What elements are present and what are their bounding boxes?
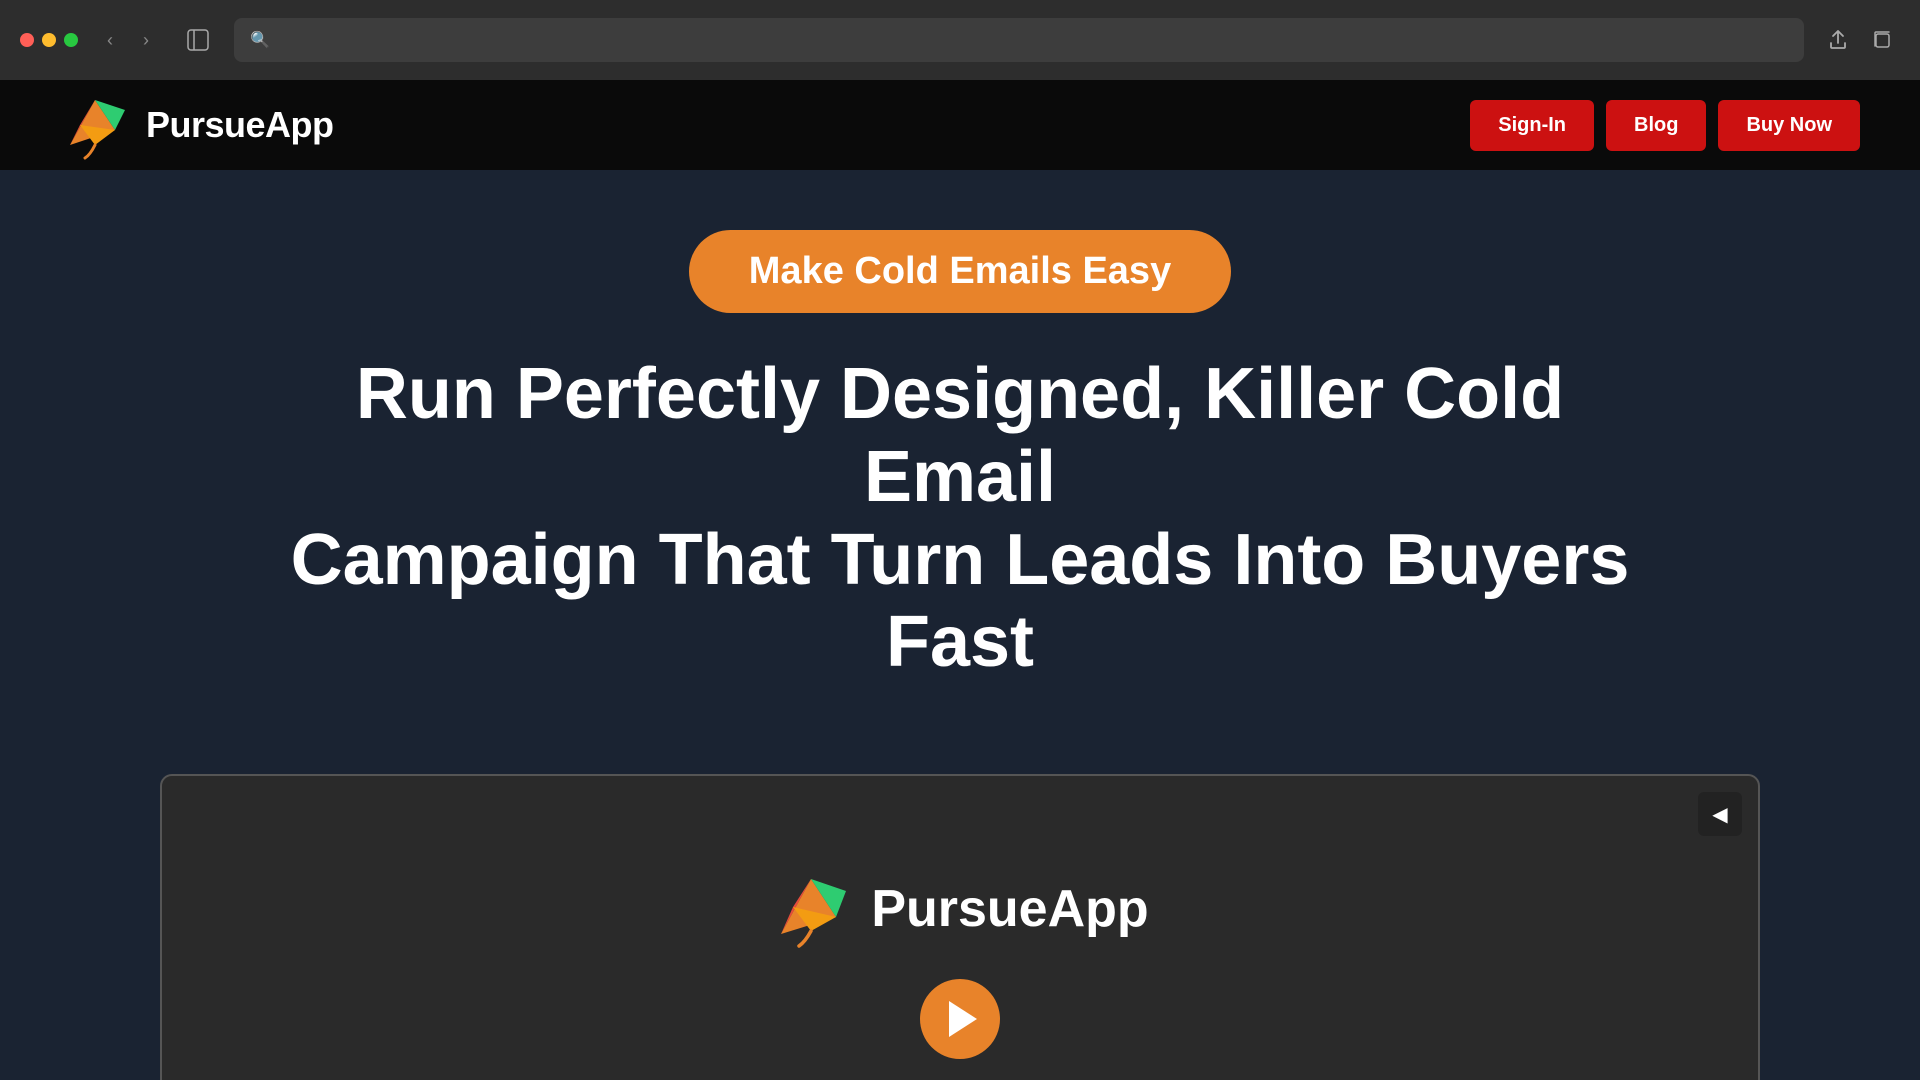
traffic-lights: [20, 33, 78, 47]
website: PursueApp Sign-In Blog Buy Now Make Cold…: [0, 80, 1920, 1080]
forward-button[interactable]: ›: [130, 24, 162, 56]
buynow-button[interactable]: Buy Now: [1718, 100, 1860, 151]
browser-actions: [1820, 22, 1900, 58]
search-icon: 🔍: [250, 30, 270, 50]
traffic-light-red[interactable]: [20, 33, 34, 47]
back-button[interactable]: ‹: [94, 24, 126, 56]
browser-chrome: ‹ › 🔍: [0, 0, 1920, 80]
signin-button[interactable]: Sign-In: [1470, 100, 1594, 151]
traffic-light-green[interactable]: [64, 33, 78, 47]
play-triangle-icon: [949, 1001, 977, 1037]
address-bar[interactable]: 🔍: [234, 18, 1804, 62]
video-content: PursueApp: [771, 869, 1148, 1059]
hero-heading: Run Perfectly Designed, Killer Cold Emai…: [260, 353, 1660, 684]
traffic-light-yellow[interactable]: [42, 33, 56, 47]
duplicate-button[interactable]: [1864, 22, 1900, 58]
nav-buttons: Sign-In Blog Buy Now: [1470, 100, 1860, 151]
hero-heading-line2: Campaign That Turn Leads Into Buyers Fas…: [291, 520, 1630, 683]
hero-section: Make Cold Emails Easy Run Perfectly Desi…: [0, 170, 1920, 774]
sidebar-toggle-button[interactable]: [178, 20, 218, 60]
video-logo-text: PursueApp: [871, 879, 1148, 939]
video-logo-area: PursueApp: [771, 869, 1148, 949]
blog-button[interactable]: Blog: [1606, 100, 1706, 151]
navbar: PursueApp Sign-In Blog Buy Now: [0, 80, 1920, 170]
video-play-button[interactable]: [920, 979, 1000, 1059]
browser-nav: ‹ ›: [94, 24, 162, 56]
share-button[interactable]: [1820, 22, 1856, 58]
hero-heading-line1: Run Perfectly Designed, Killer Cold Emai…: [356, 354, 1564, 517]
logo-area: PursueApp: [60, 90, 334, 160]
corner-arrow-icon: ◀: [1712, 802, 1727, 827]
video-logo-icon: [771, 869, 851, 949]
logo-icon: [60, 90, 130, 160]
logo-text: PursueApp: [146, 104, 334, 146]
video-container[interactable]: PursueApp ◀: [160, 774, 1760, 1080]
video-corner-button[interactable]: ◀: [1698, 792, 1742, 836]
hero-badge: Make Cold Emails Easy: [689, 230, 1231, 313]
